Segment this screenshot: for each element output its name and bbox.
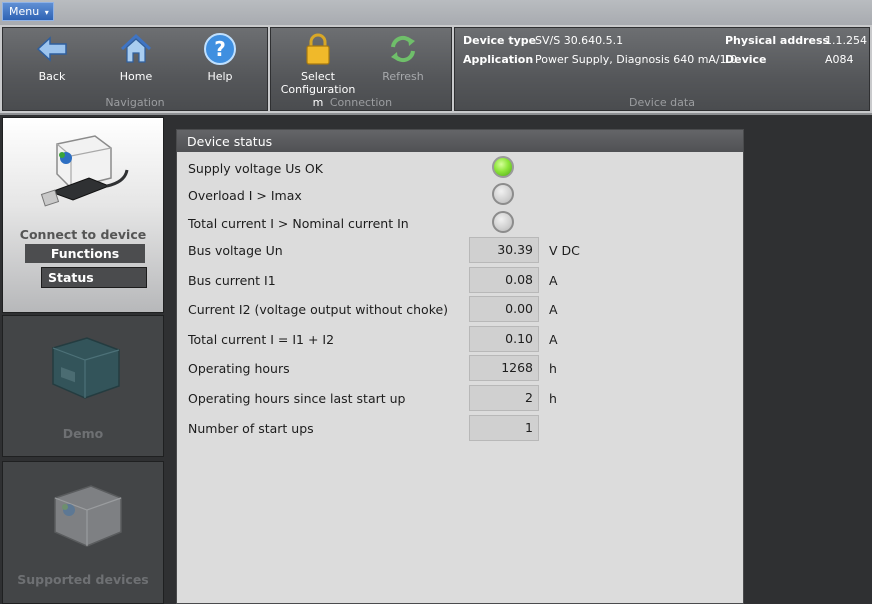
ribbon: Back Home ? Help Navigation Select Confi… (0, 25, 872, 113)
connect-to-device-label: Connect to device (19, 227, 147, 242)
indicator-label-overload: Overload I > Imax (188, 188, 302, 203)
physical-address-value: 1.1.254 (825, 34, 867, 47)
supported-devices-tile[interactable]: Supported devices (2, 461, 164, 604)
measurement-label-bus-current: Bus current I1 (188, 273, 276, 288)
navigation-caption: Navigation (105, 96, 165, 109)
menu-button[interactable]: Menu ▾ (2, 2, 54, 21)
home-icon (119, 32, 153, 66)
back-label: Back (38, 70, 66, 83)
status-led-off-icon (492, 211, 514, 233)
start-ups-value: 1 (469, 415, 539, 441)
select-label-line1: Select (301, 70, 335, 83)
help-label: Help (207, 70, 233, 83)
refresh-icon (386, 32, 420, 66)
supported-device-icon (47, 480, 127, 559)
help-button[interactable]: ? Help (185, 32, 255, 83)
total-current-unit: A (549, 332, 558, 347)
bus-voltage-unit: V DC (549, 243, 580, 258)
device-data-caption: Device data (629, 96, 695, 109)
device-status-title: Device status (177, 130, 743, 152)
connection-caption: Connection (329, 96, 393, 109)
status-led-off-icon (492, 183, 514, 205)
status-button[interactable]: Status (41, 267, 147, 288)
demo-label: Demo (62, 426, 104, 441)
bus-current-value: 0.08 (469, 267, 539, 293)
home-label: Home (119, 70, 153, 83)
measurement-label-current-i2: Current I2 (voltage output without choke… (188, 302, 449, 317)
physical-address-label: Physical address (725, 34, 830, 47)
hours-since-start-unit: h (549, 391, 557, 406)
measurement-label-start-ups: Number of start ups (188, 421, 314, 436)
bus-current-unit: A (549, 273, 558, 288)
indicator-label-total-current: Total current I > Nominal current In (188, 216, 409, 231)
application-value: Power Supply, Diagnosis 640 mA/1.0 (535, 53, 738, 66)
back-arrow-icon (35, 32, 69, 66)
home-button[interactable]: Home (101, 32, 171, 83)
device-data-group: Device type SV/S 30.640.5.1 Application … (454, 27, 870, 111)
navigation-group: Back Home ? Help Navigation (2, 27, 268, 111)
usb-device-icon (39, 134, 131, 217)
current-i2-value: 0.00 (469, 296, 539, 322)
device-status-panel: Device status Supply voltage Us OK Overl… (176, 129, 744, 604)
indicator-label-supply-voltage: Supply voltage Us OK (188, 161, 323, 176)
connection-group: Select Configuration m Refresh Connectio… (270, 27, 452, 111)
refresh-label: Refresh (382, 70, 424, 83)
connect-to-device-tile[interactable]: Connect to device Functions Status (2, 117, 164, 313)
application-label: Application (463, 53, 534, 66)
device-value: A084 (825, 53, 854, 66)
device-label: Device (725, 53, 767, 66)
operating-hours-value: 1268 (469, 355, 539, 381)
total-current-value: 0.10 (469, 326, 539, 352)
left-panel: Connect to device Functions Status Demo … (0, 115, 168, 604)
functions-button[interactable]: Functions (25, 244, 145, 263)
hours-since-start-value: 2 (469, 385, 539, 411)
measurement-label-bus-voltage: Bus voltage Un (188, 243, 283, 258)
top-strip: Menu ▾ (0, 0, 872, 26)
status-led-on-icon (492, 156, 514, 178)
lock-icon (301, 32, 335, 66)
measurement-label-operating-hours: Operating hours (188, 361, 290, 376)
svg-text:?: ? (214, 37, 226, 61)
device-type-value: SV/S 30.640.5.1 (535, 34, 624, 47)
measurement-label-hours-since-start: Operating hours since last start up (188, 391, 406, 406)
current-i2-unit: A (549, 302, 558, 317)
demo-device-icon (47, 334, 127, 413)
bus-voltage-value: 30.39 (469, 237, 539, 263)
refresh-button[interactable]: Refresh (368, 32, 438, 83)
main-area: Device status Supply voltage Us OK Overl… (168, 115, 872, 604)
help-icon: ? (203, 32, 237, 66)
chevron-down-icon: ▾ (44, 8, 49, 17)
menu-label: Menu (9, 5, 40, 18)
measurement-label-total-current: Total current I = I1 + I2 (188, 332, 335, 347)
back-button[interactable]: Back (17, 32, 87, 83)
operating-hours-unit: h (549, 361, 557, 376)
supported-devices-label: Supported devices (17, 572, 149, 587)
demo-tile[interactable]: Demo (2, 315, 164, 457)
device-type-label: Device type (463, 34, 537, 47)
